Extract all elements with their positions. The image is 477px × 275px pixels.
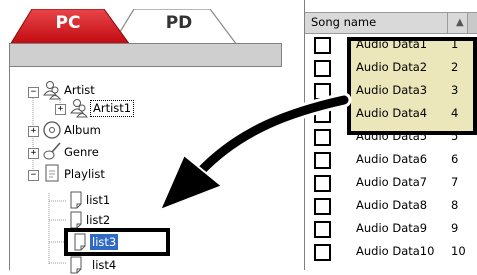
song-checkbox[interactable] [314,152,331,169]
tree-item-genre-label: Genre [64,145,99,159]
expand-artist1-toggle[interactable]: + [55,104,66,115]
tree-item-list2-label: list2 [86,213,111,227]
tree-item-artist1-label: Artist1 [90,100,135,117]
song-number: 8 [451,198,459,212]
song-row[interactable]: Audio Data7 7 [304,172,477,194]
tree-item-list4-label: list4 [92,258,117,272]
song-number: 5 [451,129,459,143]
song-row[interactable]: Audio Data10 10 [304,241,477,263]
song-name: Audio Data5 [356,129,428,143]
song-checkbox[interactable] [314,244,331,261]
expand-album-toggle[interactable]: + [28,126,39,137]
song-row[interactable]: Audio Data9 9 [304,218,477,240]
song-row[interactable]: Audio Data5 5 [304,126,477,148]
song-number: 10 [451,244,466,258]
list1-icon [70,191,82,209]
artist1-icon [69,99,88,118]
song-checkbox[interactable] [314,106,331,123]
tree-item-list1-label: list1 [86,193,111,207]
song-row[interactable]: Audio Data1 1 [304,34,477,56]
list2-icon [70,211,82,229]
song-number: 6 [451,152,459,166]
song-name: Audio Data9 [356,221,428,235]
song-checkbox[interactable] [314,175,331,192]
song-name: Audio Data1 [356,37,428,51]
list4-icon [70,256,82,274]
list3-highlight-box [64,228,170,256]
collapse-artist-toggle[interactable]: − [28,87,39,98]
song-name: Audio Data8 [356,198,428,212]
artist-icon [42,81,61,100]
song-checkbox[interactable] [314,221,331,238]
song-name: Audio Data6 [356,152,428,166]
song-row[interactable]: Audio Data6 6 [304,149,477,171]
song-name: Audio Data4 [356,106,428,120]
song-checkbox[interactable] [314,83,331,100]
song-row[interactable]: Audio Data8 8 [304,195,477,217]
song-checkbox[interactable] [314,60,331,77]
song-number: 4 [451,106,459,120]
song-checkbox[interactable] [314,37,331,54]
song-number: 9 [451,221,459,235]
expand-genre-toggle[interactable]: + [28,148,39,159]
song-row[interactable]: Audio Data2 2 [304,57,477,79]
song-number: 1 [451,37,459,51]
song-number: 3 [451,83,459,97]
playlist-icon [45,164,59,182]
song-name: Audio Data10 [356,244,435,258]
song-checkbox[interactable] [314,198,331,215]
tree-item-playlist-label: Playlist [64,167,105,181]
song-number: 7 [451,175,459,189]
tree-item-album-label: Album [64,123,101,137]
song-name: Audio Data3 [356,83,428,97]
song-rows: Audio Data1 1 Audio Data2 2 Audio Data3 3 Audi… [304,0,477,270]
guitar-icon [43,142,61,160]
album-icon [43,121,61,139]
collapse-playlist-toggle[interactable]: − [28,170,39,181]
song-row[interactable]: Audio Data4 4 [304,103,477,125]
song-row[interactable]: Audio Data3 3 [304,80,477,102]
tree-item-artist-label: Artist [64,83,95,97]
song-name: Audio Data2 [356,60,428,74]
song-checkbox[interactable] [314,129,331,146]
library-panel: PC PD − Artist + Artist1 + Album + Genre… [0,0,282,274]
song-name: Audio Data7 [356,175,428,189]
song-number: 2 [451,60,459,74]
